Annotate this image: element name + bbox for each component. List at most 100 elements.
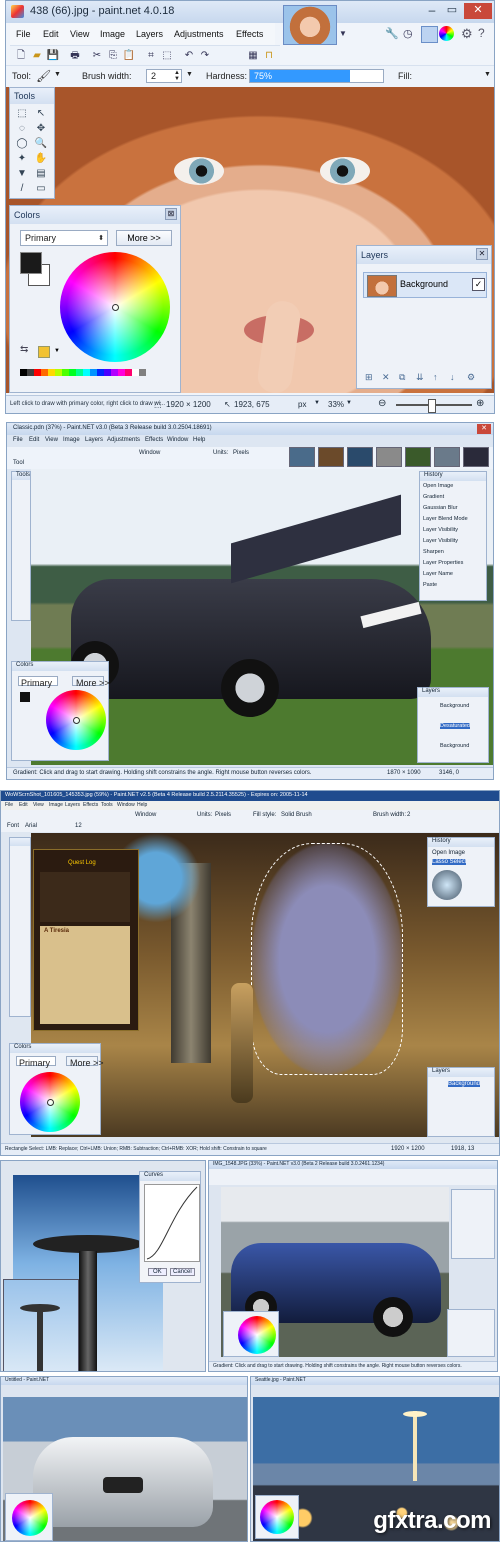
eraser-icon[interactable]: ▭ [33, 182, 49, 196]
menu2-window[interactable]: Window [167, 437, 188, 443]
lasso-icon[interactable]: ◌ [14, 122, 30, 136]
move-icon[interactable]: ✥ [33, 122, 49, 136]
layer-visibility-checkbox[interactable]: ✓ [472, 278, 485, 291]
history-item[interactable]: Gaussian Blur [423, 505, 458, 511]
history-item[interactable]: Layer Name [423, 571, 453, 577]
history-item[interactable]: Layer Visibility [423, 527, 458, 533]
ellipse-select-icon[interactable]: ◯ [14, 137, 30, 151]
fill-dropdown-icon[interactable]: ▼ [484, 71, 491, 78]
brush-width-input[interactable]: 2 ▲ ▼ [146, 69, 182, 83]
palette-swatch[interactable] [20, 369, 27, 376]
zoom-slider-thumb[interactable] [428, 399, 436, 413]
palette-swatch[interactable] [55, 369, 62, 376]
paintbrush-icon[interactable]: 🖌 [36, 69, 51, 83]
magic-wand-icon[interactable]: ✦ [14, 152, 30, 166]
palette-swatch[interactable] [132, 369, 139, 376]
duplicate-layer-icon[interactable]: ⧉ [399, 372, 413, 383]
palette-swatch[interactable] [139, 369, 146, 376]
color-wheel-marker[interactable] [112, 304, 119, 311]
menu3-view[interactable]: View [33, 802, 44, 808]
palette-swatch[interactable] [41, 369, 48, 376]
move-layer-down-icon[interactable]: ↓ [450, 372, 464, 382]
palette-swatch[interactable] [27, 369, 34, 376]
palette-swatch[interactable] [125, 369, 132, 376]
menu2-adjustments[interactable]: Adjustments [107, 437, 140, 443]
swap-colors-icon[interactable]: ⇆ [20, 344, 28, 355]
minimize-button[interactable]: ‒ [424, 3, 440, 19]
history-item[interactable]: Layer Visibility [423, 538, 458, 544]
hardness-slider[interactable]: 75% [249, 69, 384, 83]
open-icon[interactable]: ▰ [30, 49, 44, 63]
deselect-icon[interactable]: ⬚ [160, 49, 174, 63]
paint-bucket-icon[interactable]: ▼ [14, 167, 30, 181]
brush-width-value-3[interactable]: 2 [407, 812, 410, 818]
zoom-slider[interactable] [396, 399, 472, 413]
settings-gear-icon[interactable]: ⚙ [461, 26, 473, 42]
menu-file[interactable]: File [16, 29, 31, 39]
hand-icon[interactable]: ✋ [33, 152, 49, 166]
new-icon[interactable]: 🗋 [14, 49, 28, 63]
gradient-icon[interactable]: ▤ [33, 167, 49, 181]
color-wheel-3-marker[interactable] [47, 1099, 54, 1106]
more-button[interactable]: More >> [116, 230, 172, 246]
color-wheel-6[interactable] [12, 1500, 48, 1536]
palette-swatch[interactable] [48, 369, 55, 376]
layer-row[interactable]: Desaturated [440, 723, 470, 729]
close-button[interactable]: ✕ [464, 3, 492, 19]
history-item[interactable]: Layer Blend Mode [423, 516, 468, 522]
palette-swatch[interactable] [104, 369, 111, 376]
image-tab-thumbnail[interactable] [283, 5, 337, 45]
menu3-window[interactable]: Window [117, 802, 135, 808]
layer-row-background[interactable]: Background ✓ [363, 272, 487, 298]
maximize-button[interactable]: ▭ [444, 3, 460, 19]
colors-window-icon[interactable] [439, 26, 454, 41]
more-button-2[interactable]: More >> [72, 676, 110, 688]
brush-width-spinner[interactable]: ▲ ▼ [174, 70, 180, 82]
tool-dropdown-icon[interactable]: ▼ [54, 71, 61, 78]
move-layer-up-icon[interactable]: ↑ [433, 372, 447, 382]
palette-swatch[interactable] [34, 369, 41, 376]
more-button-3[interactable]: More >> [66, 1056, 104, 1068]
units-select[interactable]: px [298, 400, 306, 409]
fill-style-value-3[interactable]: Solid Brush [281, 812, 312, 818]
window-button-3[interactable]: Window [135, 812, 156, 818]
menu-view[interactable]: View [70, 29, 89, 39]
palette-swatch[interactable] [118, 369, 125, 376]
menu2-effects[interactable]: Effects [145, 437, 163, 443]
tools-window-icon[interactable]: 🔧 [385, 27, 399, 41]
menu-effects[interactable]: Effects [236, 29, 263, 39]
menu3-file[interactable]: File [5, 802, 13, 808]
layers-window-icon[interactable] [421, 26, 438, 43]
image-thumbnail[interactable] [289, 447, 315, 467]
zoom-out-icon[interactable]: ⊖ [378, 398, 386, 409]
color-wheel-2[interactable] [46, 690, 106, 750]
save-icon[interactable]: 💾 [46, 49, 60, 63]
units-value-2[interactable]: Pixels [233, 450, 249, 456]
history-item[interactable]: Sharpen [423, 549, 444, 555]
menu2-file[interactable]: File [13, 437, 23, 443]
menu2-help[interactable]: Help [193, 437, 205, 443]
merge-layer-icon[interactable]: ⇊ [416, 372, 430, 383]
paintbrush-tool-icon[interactable]: / [14, 182, 30, 196]
color-mode-select-2[interactable]: Primary [18, 676, 58, 688]
palette-swatch[interactable] [76, 369, 83, 376]
menu3-layers[interactable]: Layers [65, 802, 80, 808]
palette-swatch[interactable] [62, 369, 69, 376]
paste-icon[interactable]: 📋 [122, 49, 136, 63]
curves-graph[interactable] [144, 1184, 200, 1262]
history-item[interactable]: Gradient [423, 494, 444, 500]
zoom-dropdown-icon[interactable]: ▼ [346, 400, 352, 406]
history-item-3-0[interactable]: Open Image [432, 850, 465, 856]
zoom-in-icon[interactable]: ⊕ [476, 398, 484, 409]
print-icon[interactable]: 🖶 [68, 49, 82, 63]
palette-swatch[interactable] [111, 369, 118, 376]
delete-layer-icon[interactable]: ✕ [382, 372, 396, 383]
layer-properties-icon[interactable]: ⚙ [467, 372, 481, 383]
zoom-icon[interactable]: 🔍 [33, 137, 49, 151]
menu3-effects[interactable]: Effects [83, 802, 98, 808]
palette-swatch[interactable] [90, 369, 97, 376]
image-thumbnail[interactable] [434, 447, 460, 467]
menu-image[interactable]: Image [100, 29, 125, 39]
font-size-3[interactable]: 12 [75, 823, 82, 829]
primary-color-swatch[interactable] [20, 252, 42, 274]
